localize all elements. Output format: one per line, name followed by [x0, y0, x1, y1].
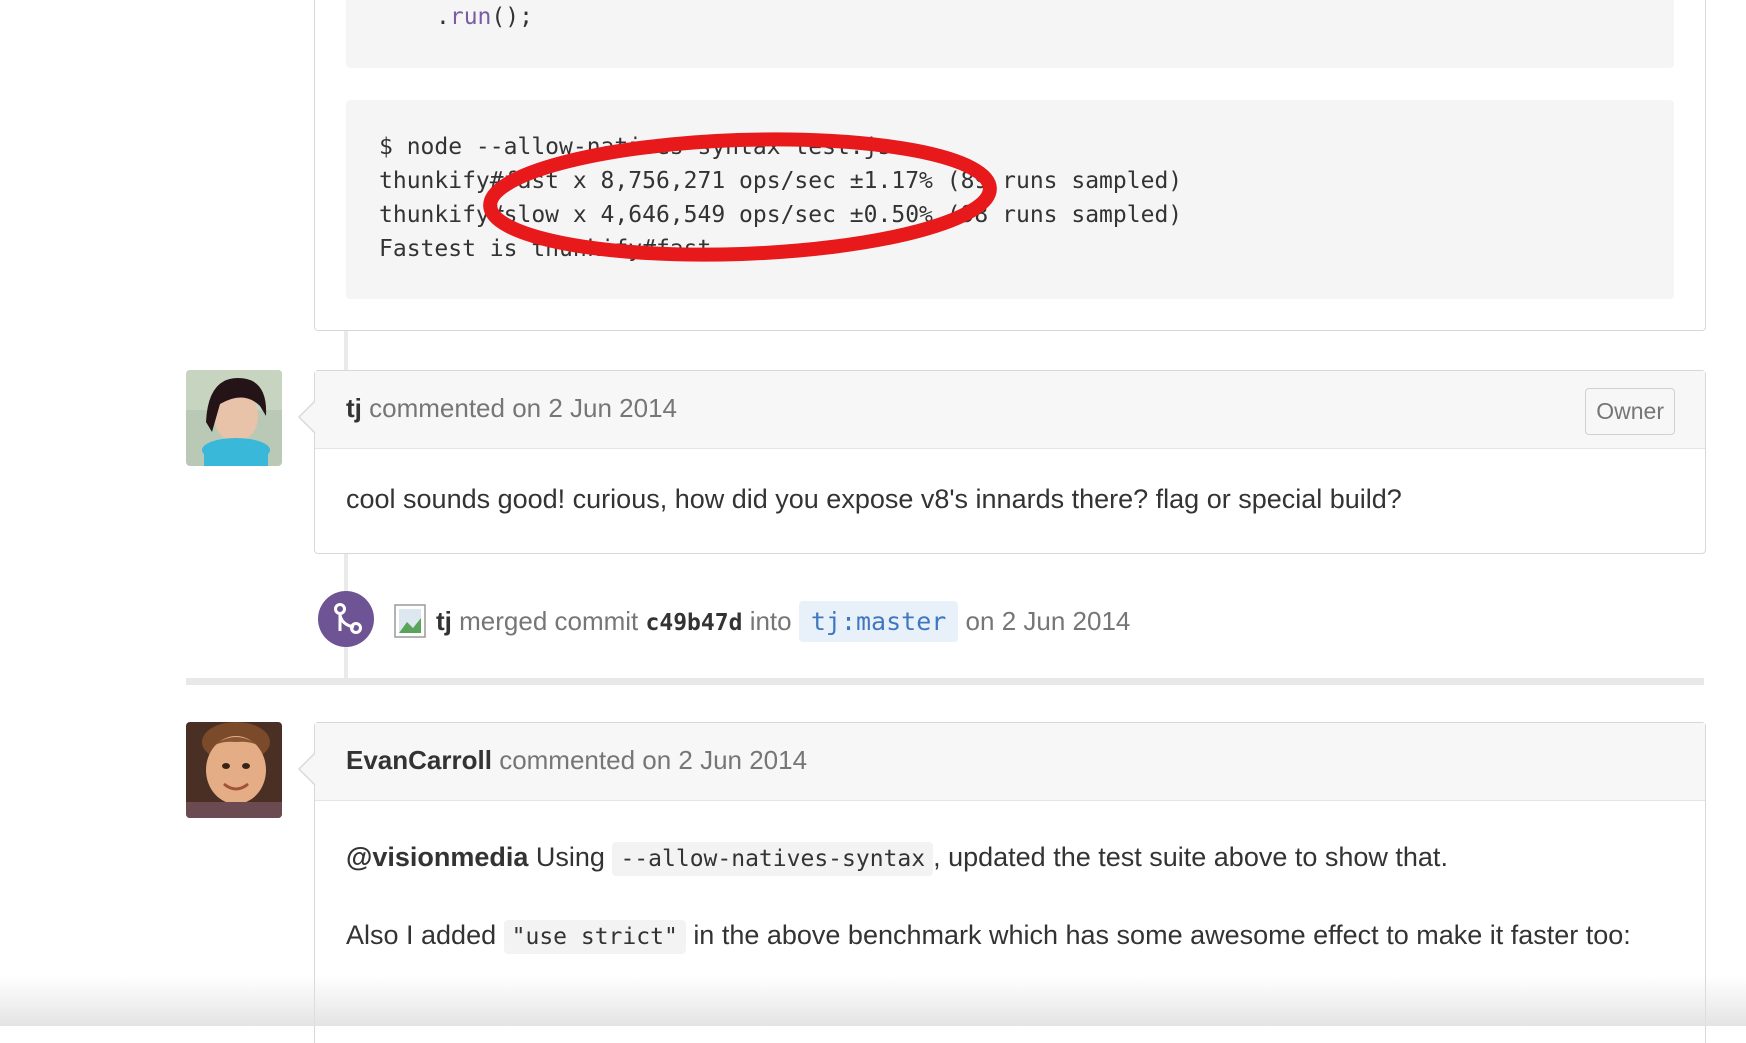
comment-body: @visionmedia Using --allow-natives-synta…: [315, 801, 1705, 959]
comment-header: tj commented on 2 Jun 2014 Owner: [298, 371, 1705, 449]
code-token: .: [436, 4, 450, 30]
code-token-function: run: [449, 4, 492, 30]
timeline-line: [344, 330, 348, 370]
merge-into: into: [749, 606, 792, 636]
commit-sha-link[interactable]: c49b47d: [646, 610, 743, 636]
comment-author-link[interactable]: EvanCarroll: [346, 745, 492, 775]
comment-header: EvanCarroll commented on 2 Jun 2014: [298, 723, 1705, 801]
speech-arrow-icon-fill: [300, 402, 315, 432]
comment-paragraph-2: Also I added "use strict" in the above b…: [346, 913, 1674, 959]
user-mention-link[interactable]: @visionmedia: [346, 842, 528, 872]
inline-code: "use strict": [503, 920, 686, 954]
avatar-evancarroll[interactable]: [186, 722, 282, 818]
comment-author-link[interactable]: tj: [346, 393, 362, 423]
red-circle-annotation: [483, 132, 997, 262]
comment-timestamp[interactable]: commented on 2 Jun 2014: [369, 393, 677, 423]
avatar-tj[interactable]: [186, 370, 282, 466]
owner-badge: Owner: [1585, 388, 1675, 435]
comment-paragraph-1: @visionmedia Using --allow-natives-synta…: [346, 835, 1674, 881]
avatar-tj-image: [186, 370, 282, 466]
paragraph-text: , updated the test suite above to show t…: [933, 842, 1448, 872]
paragraph-text: in the above benchmark which has some aw…: [693, 920, 1631, 950]
merge-date-link[interactable]: on 2 Jun 2014: [966, 606, 1131, 636]
paragraph-text: Also I added: [346, 920, 497, 950]
branch-badge[interactable]: tj:master: [798, 601, 959, 642]
speech-arrow-icon-fill: [300, 754, 315, 784]
inline-code: --allow-natives-syntax: [612, 842, 934, 876]
code-token: ();: [491, 4, 533, 30]
window-bottom-shadow: [0, 976, 1746, 1026]
git-merge-icon: [334, 603, 362, 634]
avatar-evancarroll-image: [186, 722, 282, 818]
merge-user-avatar-icon[interactable]: [394, 604, 426, 638]
merge-event-text: tj merged commit c49b47d into tj:master …: [436, 601, 1131, 642]
comment-text: cool sounds good! curious, how did you e…: [346, 484, 1402, 514]
code-snippet: .run();: [346, 0, 1674, 68]
discussion-separator: [186, 678, 1704, 685]
merge-event-icon: [318, 591, 374, 647]
comment-timestamp[interactable]: commented on 2 Jun 2014: [499, 745, 807, 775]
comment-tj: tj commented on 2 Jun 2014 Owner cool so…: [298, 370, 1706, 554]
merge-user-link[interactable]: tj: [436, 606, 452, 636]
merge-action: merged commit: [459, 606, 639, 636]
comment-body: cool sounds good! curious, how did you e…: [315, 449, 1705, 515]
paragraph-text: Using: [535, 842, 605, 872]
